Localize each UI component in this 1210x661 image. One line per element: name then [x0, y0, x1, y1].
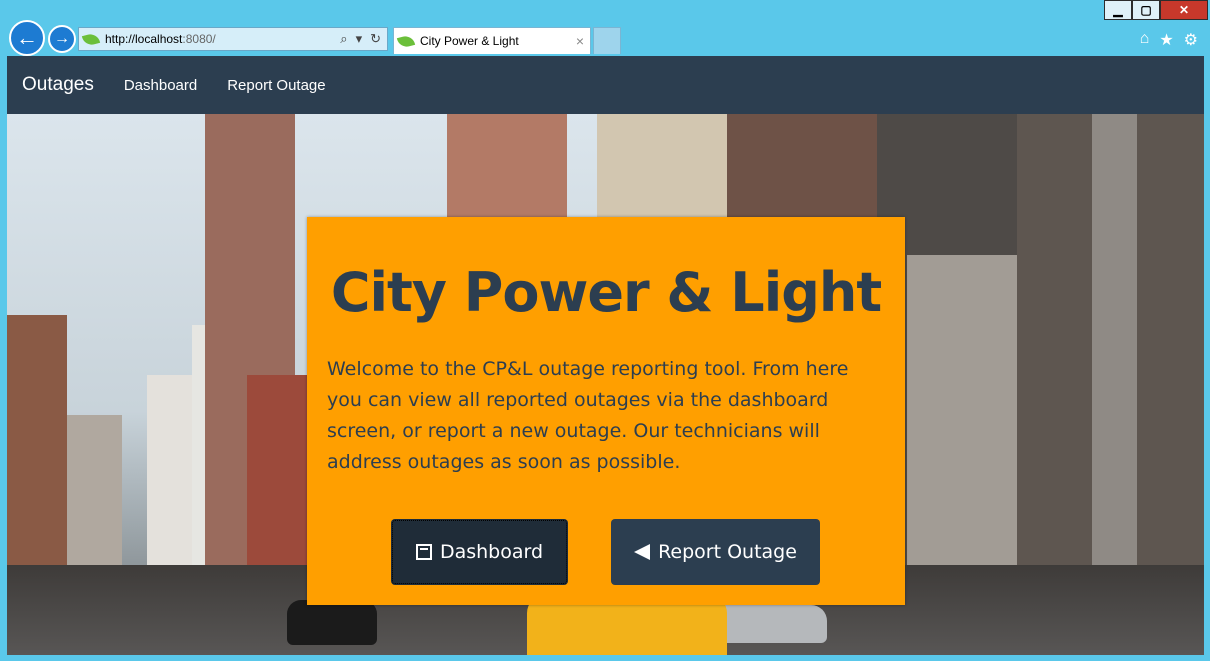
report-outage-button-label: Report Outage — [658, 541, 797, 563]
arrow-left-icon: ← — [16, 25, 38, 50]
navbar-brand[interactable]: Outages — [22, 74, 94, 96]
favorites-star-icon[interactable]: ★ — [1159, 30, 1173, 50]
address-bar[interactable]: http://localhost:8080/ ⌕ ▾ ↻ — [78, 27, 388, 51]
hero-description: Welcome to the CP&L outage reporting too… — [327, 358, 849, 473]
browser-toolbar-icons: ⌂ ★ ⚙ — [1140, 30, 1198, 50]
search-icon[interactable]: ⌕ — [340, 31, 347, 47]
settings-gear-icon[interactable]: ⚙ — [1184, 30, 1198, 50]
list-alt-icon — [415, 544, 432, 560]
report-outage-button[interactable]: Report Outage — [611, 519, 820, 585]
car — [287, 600, 377, 645]
bullhorn-icon — [634, 544, 651, 560]
back-button[interactable]: ← — [9, 20, 45, 56]
forward-button[interactable]: → — [48, 25, 76, 53]
close-tab-icon[interactable]: × — [576, 33, 584, 49]
dashboard-button-label: Dashboard — [439, 541, 544, 563]
page-viewport: Outages Dashboard Report Outage City Pow… — [7, 56, 1204, 655]
browser-tab[interactable]: City Power & Light × — [393, 27, 591, 54]
maximize-button[interactable]: ▢ — [1132, 0, 1160, 20]
browser-chrome: ▁ ▢ ✕ ← → http://localhost:8080/ ⌕ ▾ ↻ C… — [0, 0, 1210, 56]
url-host: http://localhost — [105, 32, 183, 46]
new-tab-button[interactable] — [593, 27, 621, 54]
minimize-button[interactable]: ▁ — [1104, 0, 1132, 20]
window-controls: ▁ ▢ ✕ — [1104, 0, 1208, 20]
hero-title: City Power & Light — [330, 261, 882, 324]
dashboard-button[interactable]: Dashboard — [391, 519, 568, 585]
site-favicon-icon — [81, 31, 101, 47]
chevron-down-icon[interactable]: ▾ — [356, 31, 363, 47]
refresh-icon[interactable]: ↻ — [370, 31, 381, 47]
url-port: :8080/ — [182, 32, 216, 46]
nav-link-dashboard[interactable]: Dashboard — [124, 77, 197, 94]
address-tools: ⌕ ▾ ↻ — [340, 31, 387, 47]
welcome-jumbotron: City Power & Light Welcome to the CP&L o… — [307, 217, 905, 605]
hero-background-photo: City Power & Light Welcome to the CP&L o… — [7, 114, 1204, 655]
close-window-button[interactable]: ✕ — [1160, 0, 1208, 20]
nav-link-report-outage[interactable]: Report Outage — [227, 77, 325, 94]
arrow-right-icon: → — [54, 30, 70, 47]
top-navbar: Outages Dashboard Report Outage — [7, 56, 1204, 114]
url-text[interactable]: http://localhost:8080/ — [105, 32, 340, 46]
tab-favicon-icon — [396, 33, 416, 49]
tab-title: City Power & Light — [420, 34, 519, 48]
home-icon[interactable]: ⌂ — [1140, 30, 1150, 50]
